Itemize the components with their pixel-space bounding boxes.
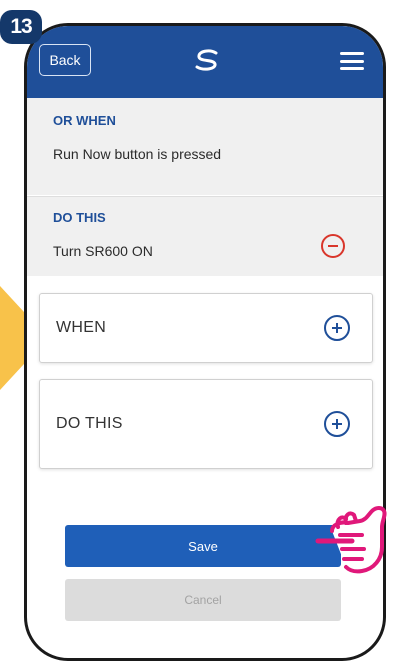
step-number-badge: 13	[0, 10, 42, 44]
save-button[interactable]: Save	[65, 525, 341, 567]
minus-circle-icon[interactable]	[321, 234, 345, 258]
do-this-text: Turn SR600 ON	[53, 243, 153, 259]
plus-circle-icon[interactable]	[324, 315, 350, 341]
when-card[interactable]: WHEN	[39, 293, 373, 363]
hamburger-menu-icon[interactable]	[340, 52, 364, 70]
cancel-button[interactable]: Cancel	[65, 579, 341, 621]
do-this-heading: DO THIS	[53, 210, 106, 225]
do-this-label: DO THIS	[56, 415, 123, 432]
back-button[interactable]: Back	[39, 44, 91, 76]
do-this-card[interactable]: DO THIS	[39, 379, 373, 469]
or-when-heading: OR WHEN	[53, 113, 116, 128]
or-when-text: Run Now button is pressed	[53, 146, 222, 162]
app-header: Back	[27, 26, 383, 98]
or-when-section: OR WHEN Run Now button is pressed	[27, 98, 383, 195]
salus-logo-icon	[195, 49, 218, 71]
plus-circle-icon[interactable]	[324, 411, 350, 437]
when-label: WHEN	[56, 319, 107, 336]
pointing-hand-icon	[315, 506, 387, 574]
